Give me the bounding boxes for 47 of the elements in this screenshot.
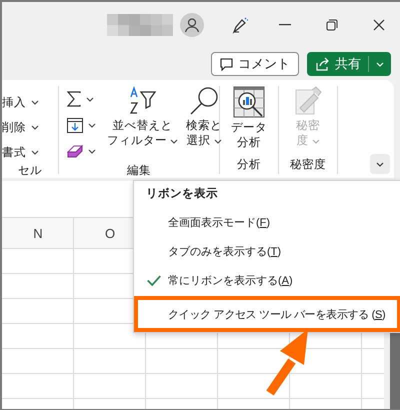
caret-icon — [214, 139, 222, 144]
eraser-icon — [67, 144, 83, 158]
minimize-icon[interactable] — [279, 24, 291, 26]
sum-icon — [67, 91, 81, 107]
group-label: 秘密度 — [289, 157, 327, 173]
column-header[interactable]: N — [2, 218, 74, 248]
menu-item[interactable]: 常にリボンを表示する(A) — [134, 266, 400, 295]
close-icon[interactable] — [373, 19, 385, 31]
ribbon-options-button[interactable] — [370, 154, 390, 174]
menu-item[interactable]: タブのみを表示する(T) — [134, 237, 400, 266]
ribbon-command[interactable]: 並べ替えと フィルター — [104, 86, 181, 149]
caret-icon — [376, 62, 384, 66]
ribbon-command[interactable]: 検索と 選択 — [183, 86, 225, 149]
menu-item[interactable]: クイック アクセス ツール バーを表示する (S) — [134, 296, 400, 332]
group-label: セル — [17, 164, 43, 179]
pen-icon[interactable] — [232, 16, 249, 34]
pointer-arrow — [266, 329, 308, 396]
menu-title: リボンを表示 — [145, 186, 219, 202]
caret-icon — [31, 100, 39, 104]
ribbon-command[interactable]: 挿入 — [2, 92, 39, 112]
sort-filter-icon — [128, 86, 158, 116]
menu-item[interactable]: 全画面表示モード(F) — [134, 208, 400, 237]
group-label: 分析 — [236, 158, 262, 173]
restore-icon[interactable] — [326, 19, 338, 31]
ribbon-command[interactable]: データ 分析 — [228, 86, 270, 151]
caret-icon — [376, 162, 384, 166]
account-avatar-icon[interactable] — [180, 13, 204, 37]
sensitivity-label-icon — [294, 86, 322, 116]
share-icon — [316, 57, 330, 71]
blurred-name-drawing — [107, 14, 173, 36]
ribbon-command[interactable]: 書式 — [2, 142, 39, 162]
comment-button[interactable]: コメント — [211, 52, 299, 76]
search-icon — [189, 86, 219, 116]
caret-icon — [88, 122, 96, 128]
caret-icon — [31, 124, 39, 130]
caret-icon — [86, 96, 94, 102]
caret-icon — [31, 150, 39, 154]
caret-icon — [312, 139, 320, 144]
caret-icon — [88, 148, 96, 154]
ribbon-command[interactable]: 削除 — [2, 117, 39, 137]
share-button[interactable]: 共有 — [307, 52, 391, 76]
fill-down-icon — [67, 118, 83, 132]
checkmark-icon — [146, 274, 162, 287]
chart-magnifier-icon — [233, 86, 265, 118]
caret-icon — [170, 139, 178, 144]
group-label: 編集 — [126, 164, 152, 179]
speech-bubble-icon — [220, 58, 233, 70]
